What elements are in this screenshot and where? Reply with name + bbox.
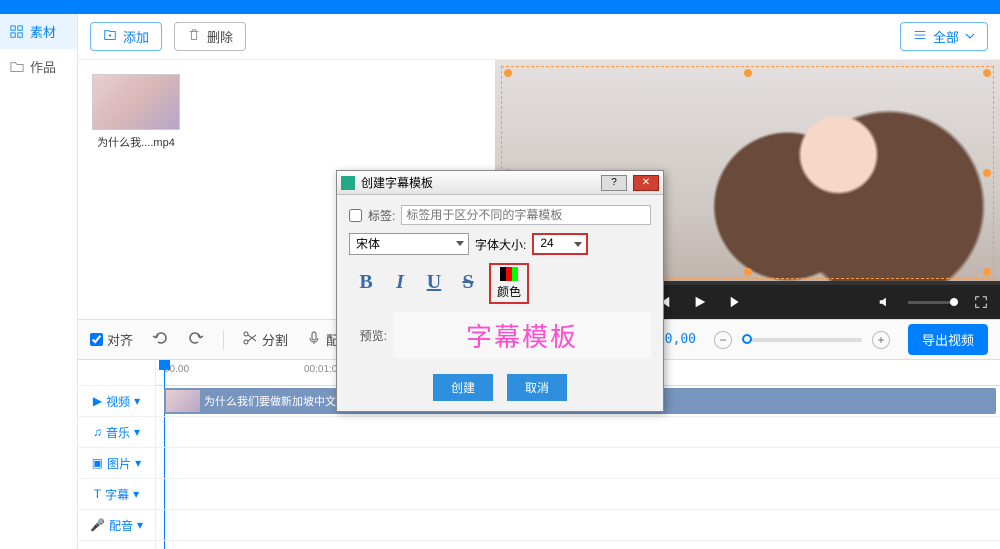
zoom-slider[interactable]	[742, 338, 862, 342]
chevron-down-icon	[456, 241, 464, 246]
mic-icon	[306, 330, 322, 349]
add-button-label: 添加	[123, 27, 149, 46]
split-tool[interactable]: 分割	[242, 330, 288, 349]
text-icon: T	[94, 487, 101, 501]
align-checkbox-input[interactable]	[90, 333, 103, 346]
font-select[interactable]: 宋体	[349, 233, 469, 255]
track-voiceover[interactable]	[156, 510, 1000, 541]
track-label-music[interactable]: ♫音乐▾	[78, 417, 155, 448]
bold-button[interactable]: B	[353, 271, 379, 297]
music-icon: ♫	[93, 425, 102, 439]
clip-filename: 为什么我....mp4	[92, 134, 180, 150]
clip-thumbnail	[92, 74, 180, 130]
create-button[interactable]: 创建	[433, 374, 493, 401]
tag-checkbox[interactable]	[349, 209, 362, 222]
zoom-out-button[interactable]: −	[714, 331, 732, 349]
chevron-down-icon: ▾	[137, 518, 143, 532]
export-label: 导出视频	[922, 333, 974, 348]
redo-icon[interactable]	[187, 329, 205, 350]
track-label-subtitle[interactable]: T字幕▾	[78, 479, 155, 510]
resize-handle[interactable]	[744, 69, 752, 77]
clip-thumbnail	[166, 390, 200, 412]
resize-handle[interactable]	[504, 69, 512, 77]
play-icon[interactable]	[693, 295, 707, 309]
nav-item-works[interactable]: 作品	[0, 49, 77, 84]
resize-handle[interactable]	[744, 268, 752, 276]
filter-button[interactable]: 全部	[900, 22, 988, 51]
filter-button-label: 全部	[933, 27, 959, 46]
split-label: 分割	[262, 330, 288, 349]
zoom-knob[interactable]	[742, 334, 752, 344]
chevron-down-icon: ▾	[134, 425, 140, 439]
delete-button-label: 删除	[207, 27, 233, 46]
window-titlebar	[0, 0, 1000, 14]
library-toolbar: 添加 删除 全部	[78, 14, 1000, 60]
track-label-video[interactable]: ▶视频▾	[78, 386, 155, 417]
side-nav: 素材 作品	[0, 14, 78, 549]
color-grid-icon	[500, 267, 518, 281]
track-music[interactable]	[156, 417, 1000, 448]
resize-handle[interactable]	[983, 268, 991, 276]
italic-button[interactable]: I	[387, 271, 413, 297]
track-label-voiceover[interactable]: 🎤配音▾	[78, 510, 155, 541]
video-icon: ▶	[93, 394, 102, 408]
chevron-down-icon: ▾	[134, 394, 140, 408]
fontsize-value: 24	[540, 236, 553, 250]
track-labels: ▶视频▾ ♫音乐▾ ▣图片▾ T字幕▾ 🎤配音▾	[78, 360, 156, 549]
tag-input[interactable]	[401, 205, 651, 225]
add-button[interactable]: 添加	[90, 22, 162, 51]
chevron-down-icon: ▾	[133, 487, 139, 501]
align-label: 对齐	[107, 330, 133, 349]
chevron-down-icon	[965, 29, 975, 44]
media-clip[interactable]: 为什么我....mp4	[92, 74, 180, 150]
track-image[interactable]	[156, 448, 1000, 479]
volume-icon[interactable]	[878, 295, 892, 309]
list-icon	[913, 28, 927, 45]
nav-label: 素材	[30, 22, 56, 41]
fontsize-select[interactable]: 24	[532, 233, 588, 255]
zoom-controls: − +	[714, 331, 890, 349]
tag-label: 标签:	[368, 207, 395, 224]
help-button[interactable]: ?	[601, 175, 627, 191]
resize-handle[interactable]	[983, 169, 991, 177]
cancel-button[interactable]: 取消	[507, 374, 567, 401]
align-checkbox[interactable]: 对齐	[90, 330, 133, 349]
app-icon	[341, 176, 355, 190]
font-value: 宋体	[356, 237, 380, 251]
preview-text: 字幕模板	[466, 317, 578, 354]
trash-icon	[187, 28, 201, 45]
mic-icon: 🎤	[90, 518, 105, 532]
strikethrough-button[interactable]: S	[455, 271, 481, 297]
color-picker[interactable]: 颜色	[489, 263, 529, 304]
scissors-icon	[242, 330, 258, 349]
track-label-image[interactable]: ▣图片▾	[78, 448, 155, 479]
export-button[interactable]: 导出视频	[908, 324, 988, 355]
zoom-in-button[interactable]: +	[872, 331, 890, 349]
track-subtitle[interactable]	[156, 479, 1000, 510]
resize-handle[interactable]	[983, 69, 991, 77]
preview-label: 预览:	[349, 327, 387, 344]
nav-item-material[interactable]: 素材	[0, 14, 77, 49]
fontsize-label: 字体大小:	[475, 236, 526, 253]
grid-icon	[10, 25, 24, 39]
undo-icon[interactable]	[151, 329, 169, 350]
chevron-down-icon	[574, 242, 582, 247]
delete-button[interactable]: 删除	[174, 22, 246, 51]
volume-slider[interactable]	[908, 301, 958, 304]
dialog-titlebar[interactable]: 创建字幕模板 ? ✕	[337, 171, 663, 195]
nav-label: 作品	[30, 57, 56, 76]
dialog-title: 创建字幕模板	[361, 174, 595, 191]
image-icon: ▣	[92, 456, 103, 470]
fullscreen-icon[interactable]	[974, 295, 988, 309]
chevron-down-icon: ▾	[135, 456, 141, 470]
next-icon[interactable]	[729, 295, 743, 309]
color-label: 颜色	[497, 283, 521, 300]
subtitle-preview: 字幕模板	[393, 312, 651, 358]
folder-icon	[10, 60, 24, 74]
underline-button[interactable]: U	[421, 271, 447, 297]
add-icon	[103, 28, 117, 45]
create-subtitle-template-dialog: 创建字幕模板 ? ✕ 标签: 宋体 字体大小: 24 B I U S	[336, 170, 664, 412]
close-button[interactable]: ✕	[633, 175, 659, 191]
